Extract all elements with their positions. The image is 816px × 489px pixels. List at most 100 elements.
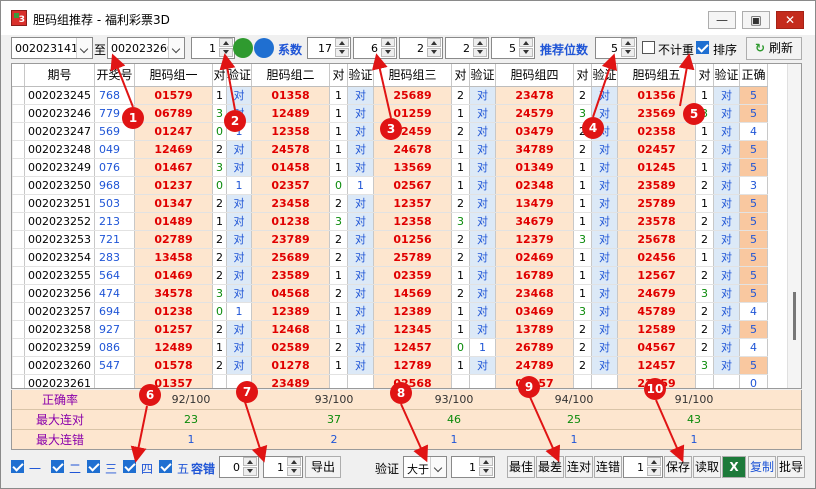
row-selector[interactable]	[12, 230, 25, 249]
spin-down-icon[interactable]	[219, 48, 233, 57]
column-header[interactable]: 开奖号	[94, 64, 135, 87]
coef-spin-3[interactable]: 2	[399, 37, 443, 59]
column-header[interactable]: 胆码组四	[495, 64, 575, 87]
check-group-5[interactable]	[159, 460, 172, 473]
coef-spin-4[interactable]: 2	[445, 37, 489, 59]
consec-wrong-button[interactable]: 连错	[594, 456, 622, 478]
row-selector[interactable]	[12, 194, 25, 213]
table-row[interactable]: 002023259 086 12489 1 对 02589 2 对 12457 0 1 26789 2 对…	[12, 338, 769, 357]
table-row[interactable]: 002023252 213 01489 1 对 01238 3 对 12358 3 对 34679 1 对…	[12, 212, 769, 231]
row-selector[interactable]	[12, 374, 25, 388]
row-selector[interactable]	[12, 320, 25, 339]
column-header[interactable]: 对	[451, 64, 471, 87]
row-selector[interactable]	[12, 338, 25, 357]
column-header[interactable]: 验证	[713, 64, 741, 87]
row-selector[interactable]	[12, 266, 25, 285]
column-header[interactable]: 胆码组一	[134, 64, 213, 87]
check-group-1[interactable]	[11, 460, 24, 473]
spin-up-icon[interactable]	[219, 38, 233, 47]
column-header[interactable]: 对	[695, 64, 715, 87]
to-period-combo[interactable]: 002023260	[107, 37, 185, 59]
consec-right-button[interactable]: 连对	[565, 456, 593, 478]
verify-label: 验证	[375, 462, 400, 476]
row-selector[interactable]	[12, 302, 25, 321]
row-selector[interactable]	[12, 158, 25, 177]
maximize-button[interactable]: ▣	[742, 11, 770, 29]
down-arrow-icon[interactable]	[233, 38, 253, 58]
table-row[interactable]: 002023253 721 02789 2 对 23789 2 对 01256 2 对 12379 3 对…	[12, 230, 769, 249]
close-button[interactable]: ✕	[776, 11, 804, 29]
column-header[interactable]: 胆码组三	[373, 64, 453, 87]
worst-button[interactable]: 最差	[536, 456, 564, 478]
group-cell: 02568	[373, 374, 453, 388]
row-selector[interactable]	[12, 248, 25, 267]
refresh-button[interactable]: ↻ 刷新	[746, 37, 802, 60]
table-row[interactable]: 002023251 503 01347 2 对 23458 2 对 12357 2 对 13479 1 对…	[12, 194, 769, 213]
nodup-checkbox[interactable]	[642, 41, 655, 54]
column-header[interactable]: 胆码组二	[251, 64, 331, 87]
coef-spin-1[interactable]: 17	[307, 37, 351, 59]
read-button[interactable]: 读取	[693, 456, 721, 478]
rec-pos-spin[interactable]: 5	[595, 37, 637, 59]
chevron-down-icon[interactable]	[168, 38, 184, 58]
correct-count-cell: 5	[739, 266, 769, 285]
up-arrow-icon[interactable]	[254, 38, 274, 58]
page-spin[interactable]: 1	[623, 456, 663, 478]
row-selector[interactable]	[12, 356, 25, 375]
column-header[interactable]: 对	[212, 64, 227, 87]
verify-cell: 对	[713, 302, 741, 321]
column-header[interactable]: 对	[329, 64, 349, 87]
batch-export-button[interactable]: 批导	[777, 456, 805, 478]
prize-number-cell: 768	[94, 86, 135, 105]
row-selector[interactable]	[12, 284, 25, 303]
table-row[interactable]: 002023258 927 01257 2 对 12468 1 对 12345 1 对 13789 2 对…	[12, 320, 769, 339]
check-group-3[interactable]	[87, 460, 100, 473]
scrollbar-thumb[interactable]	[793, 292, 796, 340]
row-selector[interactable]	[12, 212, 25, 231]
column-header[interactable]: 验证	[469, 64, 497, 87]
verify-value-spin[interactable]: 1	[451, 456, 495, 478]
column-header[interactable]: 验证	[591, 64, 619, 87]
group-cell: 12489	[134, 338, 213, 357]
row-selector[interactable]	[12, 104, 25, 123]
table-row[interactable]: 002023250 968 01237 0 1 02357 0 1 02567 1 对 02348 1 对…	[12, 176, 769, 195]
row-selector[interactable]	[12, 176, 25, 195]
chevron-down-icon[interactable]	[76, 38, 92, 58]
table-row[interactable]: 002023256 474 34578 3 对 04568 2 对 14569 2 对 23468 1 对…	[12, 284, 769, 303]
coef-spin-2[interactable]: 6	[353, 37, 397, 59]
column-header[interactable]: 对	[573, 64, 593, 87]
column-header[interactable]: 正确	[739, 64, 769, 87]
column-header[interactable]: 验证	[347, 64, 375, 87]
column-header[interactable]: 胆码组五	[617, 64, 697, 87]
sort-checkbox[interactable]	[696, 41, 709, 54]
table-row[interactable]: 002023254 283 13458 2 对 25689 2 对 25789 2 对 02469 1 对…	[12, 248, 769, 267]
save-button[interactable]: 保存	[664, 456, 692, 478]
table-row[interactable]: 002023260 547 01578 2 对 01278 1 对 12789 1 对 24789 2 对…	[12, 356, 769, 375]
from-period-combo[interactable]: 002023141	[11, 37, 93, 59]
column-header[interactable]: 期号	[24, 64, 95, 87]
table-row[interactable]: 002023249 076 01467 3 对 01458 1 对 13569 1 对 01349 1 对…	[12, 158, 769, 177]
table-row[interactable]: 002023257 694 01238 0 1 12389 1 对 12389 1 对 03469 3 对…	[12, 302, 769, 321]
minimize-button[interactable]: —	[708, 11, 736, 29]
chevron-down-icon[interactable]	[430, 457, 446, 477]
spin-count[interactable]: 1	[191, 37, 235, 59]
table-row[interactable]: 002023248 049 12469 2 对 24578 1 对 24678 1 对 34789 2 对…	[12, 140, 769, 159]
coef-spin-5[interactable]: 5	[491, 37, 535, 59]
row-selector[interactable]	[12, 140, 25, 159]
excel-icon[interactable]: X	[722, 456, 746, 478]
export-button[interactable]: 导出	[305, 456, 341, 478]
verify-mode-combo[interactable]: 大于	[403, 456, 447, 478]
table-row[interactable]: 002023245 768 01579 1 对 01358 1 对 25689 2 对 23478 2 对…	[12, 86, 769, 105]
vertical-scrollbar[interactable]	[787, 64, 801, 388]
fault-to-spin[interactable]: 1	[263, 456, 303, 478]
fault-from-spin[interactable]: 0	[219, 456, 259, 478]
row-selector[interactable]	[12, 122, 25, 141]
copy-button[interactable]: 复制	[748, 456, 776, 478]
match-count-cell: 2	[212, 230, 227, 249]
best-button[interactable]: 最佳	[507, 456, 535, 478]
column-header[interactable]: 验证	[226, 64, 253, 87]
table-row[interactable]: 002023255 564 01469 2 对 23589 1 对 02359 1 对 16789 1 对…	[12, 266, 769, 285]
check-group-4[interactable]	[123, 460, 136, 473]
row-selector[interactable]	[12, 86, 25, 105]
check-group-2[interactable]	[51, 460, 64, 473]
